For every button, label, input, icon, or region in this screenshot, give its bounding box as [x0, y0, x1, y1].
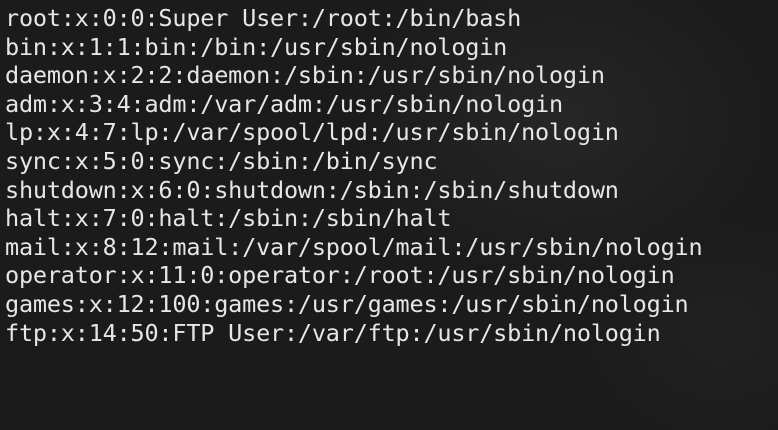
terminal-line: ftp:x:14:50:FTP User:/var/ftp:/usr/sbin/…: [5, 318, 661, 347]
terminal-line: sync:x:5:0:sync:/sbin:/bin/sync: [5, 146, 438, 175]
terminal-line: daemon:x:2:2:daemon:/sbin:/usr/sbin/nolo…: [5, 61, 605, 90]
terminal-line: games:x:12:100:games:/usr/games:/usr/sbi…: [5, 289, 689, 318]
terminal-line: bin:x:1:1:bin:/bin:/usr/sbin/nologin: [5, 32, 508, 61]
terminal-line: halt:x:7:0:halt:/sbin:/sbin/halt: [5, 204, 452, 233]
terminal-line: operator:x:11:0:operator:/root:/usr/sbin…: [5, 261, 675, 290]
terminal-line: adm:x:3:4:adm:/var/adm:/usr/sbin/nologin: [5, 89, 563, 118]
terminal-line: mail:x:8:12:mail:/var/spool/mail:/usr/sb…: [5, 232, 703, 261]
terminal-line: lp:x:4:7:lp:/var/spool/lpd:/usr/sbin/nol…: [5, 118, 619, 147]
terminal-output: root:x:0:0:Super User:/root:/bin/bash bi…: [5, 4, 703, 347]
terminal-line: root:x:0:0:Super User:/root:/bin/bash: [5, 4, 522, 32]
terminal-window[interactable]: root:x:0:0:Super User:/root:/bin/bash bi…: [0, 0, 778, 430]
terminal-line: shutdown:x:6:0:shutdown:/sbin:/sbin/shut…: [5, 175, 619, 204]
